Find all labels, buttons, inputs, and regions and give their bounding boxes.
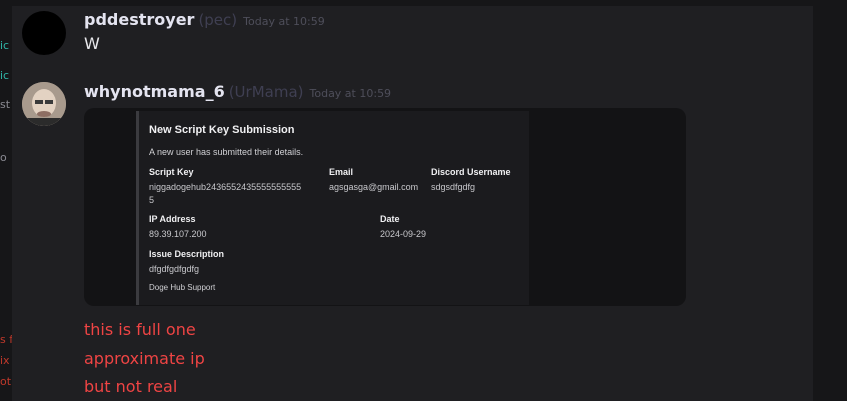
sidebar-fragment[interactable]: st xyxy=(0,99,10,111)
field-value-date: 2024-09-29 xyxy=(380,229,427,239)
avatar[interactable] xyxy=(22,82,66,126)
username[interactable]: whynotmama_6 xyxy=(84,82,225,101)
field-label-date: Date xyxy=(380,214,400,224)
nickname: (UrMama) xyxy=(228,83,304,101)
avatar-face-icon xyxy=(22,82,66,126)
avatar[interactable] xyxy=(22,11,66,55)
sidebar-fragment[interactable]: ic xyxy=(0,70,9,82)
message-text: but not real xyxy=(84,377,178,396)
timestamp: Today at 10:59 xyxy=(243,15,325,28)
nickname: (pec) xyxy=(198,11,238,29)
field-label-ip-address: IP Address xyxy=(149,214,196,224)
field-value-issue-description: dfgdfgdfgdfg xyxy=(149,264,200,274)
message-text: this is full one xyxy=(84,320,196,339)
message-text: W xyxy=(84,34,100,53)
message-header: pddestroyer (pec) Today at 10:59 xyxy=(84,10,325,29)
sidebar-strip[interactable]: ic ic st o s f ix ot xyxy=(0,0,12,401)
field-label-script-key: Script Key xyxy=(149,167,194,177)
sidebar-fragment[interactable]: s f xyxy=(0,334,12,346)
timestamp: Today at 10:59 xyxy=(309,87,392,100)
embed-footer: Doge Hub Support xyxy=(149,283,216,292)
embed-description: A new user has submitted their details. xyxy=(149,147,304,157)
field-value-discord-username: sdgsdfgdfg xyxy=(431,182,476,192)
message-header: whynotmama_6 (UrMama) Today at 10:59 xyxy=(84,82,391,101)
right-gutter xyxy=(813,0,847,401)
sidebar-fragment[interactable]: o xyxy=(0,152,7,164)
field-label-email: Email xyxy=(329,167,354,177)
field-value-ip-address: 89.39.107.200 xyxy=(149,229,207,239)
field-label-discord-username: Discord Username xyxy=(431,167,511,177)
field-label-issue-description: Issue Description xyxy=(149,249,225,259)
embed-title: New Script Key Submission xyxy=(149,124,295,136)
sidebar-fragment[interactable]: ot xyxy=(0,376,11,388)
field-value-script-key: niggadogehub2436552435555555555 xyxy=(149,182,302,192)
top-bar xyxy=(12,0,813,6)
sidebar-fragment[interactable]: ic xyxy=(0,40,9,52)
field-value-script-key-cont: 5 xyxy=(149,195,155,205)
field-value-email: agsgasga@gmail.com xyxy=(329,182,419,192)
username[interactable]: pddestroyer xyxy=(84,10,194,29)
sidebar-fragment[interactable]: ix xyxy=(0,355,10,367)
message-text: approximate ip xyxy=(84,349,205,368)
embed-card xyxy=(136,111,529,305)
